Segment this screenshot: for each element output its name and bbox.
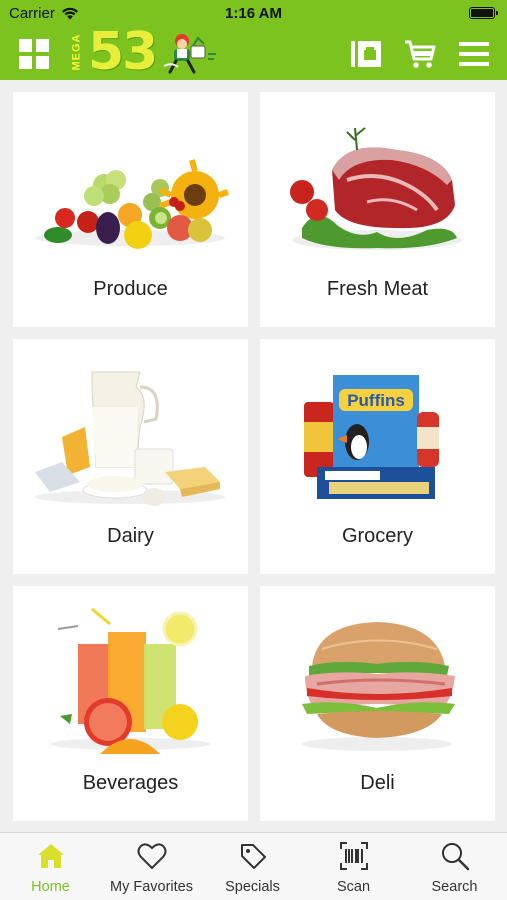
logo-number: 53: [88, 22, 158, 82]
deli-image: [302, 622, 455, 751]
tab-specials[interactable]: Specials: [202, 833, 303, 900]
menu-button[interactable]: [456, 36, 492, 72]
heart-icon: [137, 843, 167, 870]
category-card-produce[interactable]: Produce: [13, 92, 248, 327]
menu-icon: [459, 42, 489, 66]
grocery-image: Puffins: [304, 375, 439, 499]
tab-label: Home: [31, 879, 70, 895]
tab-label: My Favorites: [110, 879, 193, 895]
status-bar: Carrier 1:16 AM: [0, 0, 507, 28]
tab-label: Search: [431, 879, 478, 895]
tab-label: Scan: [336, 879, 371, 895]
svg-text:Puffins: Puffins: [347, 391, 405, 410]
store-card-button[interactable]: [348, 36, 384, 72]
grid-icon: [19, 39, 49, 69]
logo-mega-text: MEGA: [70, 33, 83, 71]
tab-my-favorites[interactable]: My Favorites: [101, 833, 202, 900]
cart-icon: [405, 40, 436, 68]
grocer-mascot-icon: [163, 34, 216, 74]
store-logo[interactable]: MEGA 53: [70, 22, 222, 82]
category-label: Grocery: [341, 525, 414, 547]
beverages-image: [50, 607, 210, 754]
category-label: Produce: [93, 278, 168, 300]
category-grid: Produce Fresh Meat Dairy Puffins Grocery…: [0, 80, 507, 832]
category-label: Dairy: [107, 525, 154, 547]
category-card-deli[interactable]: Deli: [260, 586, 495, 821]
battery-icon: [469, 7, 498, 19]
category-label: Fresh Meat: [326, 278, 429, 300]
category-card-fresh-meat[interactable]: Fresh Meat: [260, 92, 495, 327]
category-card-beverages[interactable]: Beverages: [13, 586, 248, 821]
category-card-grocery[interactable]: Puffins Grocery: [260, 339, 495, 574]
tab-home[interactable]: Home: [0, 833, 101, 900]
category-label: Deli: [360, 772, 395, 794]
category-card-dairy[interactable]: Dairy: [13, 339, 248, 574]
fresh-meat-image: [290, 127, 462, 250]
barcode-icon: [340, 842, 368, 870]
tab-label: Specials: [225, 879, 280, 895]
clock: 1:16 AM: [225, 5, 282, 22]
produce-image: [35, 159, 229, 249]
tab-search[interactable]: Search: [404, 833, 505, 900]
category-label: Beverages: [82, 772, 179, 794]
bottom-tab-bar: Home My Favorites Specials Scan Search: [0, 832, 507, 900]
store-card-icon: [351, 41, 381, 67]
search-icon: [442, 843, 470, 871]
dairy-image: [35, 371, 225, 506]
app-header: MEGA 53: [0, 22, 507, 82]
tag-icon: [241, 844, 266, 869]
cart-button[interactable]: [402, 36, 438, 72]
home-icon: [38, 844, 64, 868]
categories-grid-button[interactable]: [18, 38, 50, 70]
tab-scan[interactable]: Scan: [303, 833, 404, 900]
